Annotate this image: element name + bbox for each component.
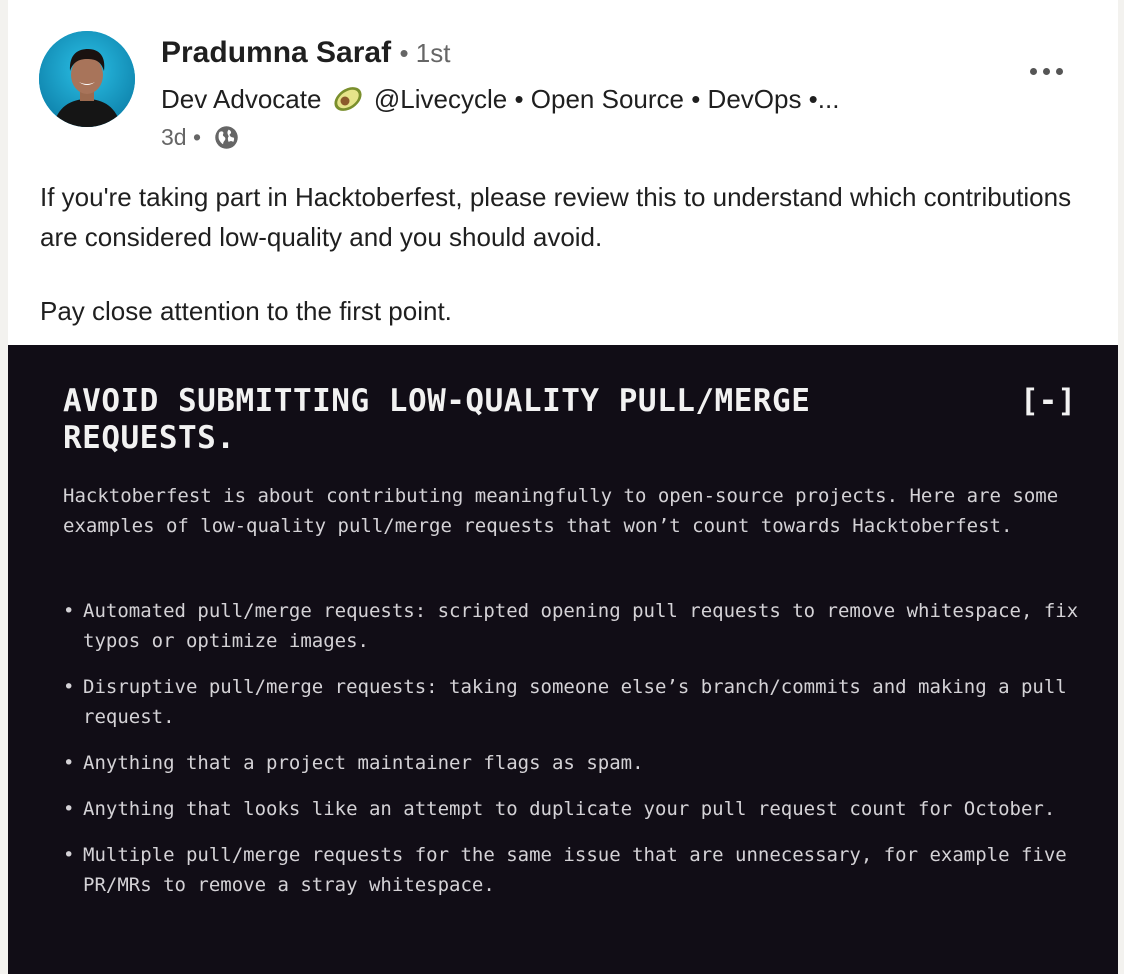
more-options-button[interactable] (1018, 56, 1074, 86)
post-card: Pradumna Saraf • 1st Dev Advocate @Livec… (8, 0, 1118, 974)
post-text-line-1: If you're taking part in Hacktoberfest, … (40, 182, 1072, 252)
list-item-text: Multiple pull/merge requests for the sam… (83, 844, 1067, 896)
list-item-text: Anything that looks like an attempt to d… (83, 798, 1056, 820)
author-avatar[interactable] (39, 31, 135, 127)
headline-post: @Livecycle • Open Source • DevOps •... (373, 84, 840, 114)
collapse-toggle: [-] (1020, 383, 1076, 419)
list-item-text: Anything that a project maintainer flags… (83, 752, 644, 774)
image-list: • Automated pull/merge requests: scripted… (63, 596, 1083, 916)
globe-icon (215, 126, 239, 149)
list-item: • Anything that a project maintainer flag… (63, 748, 1083, 778)
list-item: • Disruptive pull/merge requests: taking … (63, 672, 1083, 732)
image-title: AVOID SUBMITTING LOW-QUALITY PULL/MERGE … (63, 383, 811, 456)
author-name-text[interactable]: Pradumna Saraf (161, 36, 391, 69)
bullet: • (63, 752, 75, 774)
more-options-icon (1055, 67, 1063, 75)
bullet: • (63, 798, 75, 820)
headline-pre: Dev Advocate (161, 84, 322, 114)
post-time: 3d • (161, 124, 202, 150)
post-text-line-2: Pay close attention to the first point. (40, 296, 452, 326)
bullet: • (63, 676, 75, 698)
author-name[interactable]: Pradumna Saraf • 1st (161, 36, 450, 70)
post-body: If you're taking part in Hacktoberfest, … (40, 177, 1080, 331)
avocado-icon (334, 87, 362, 111)
connection-degree: • 1st (399, 38, 451, 68)
more-options-icon (1029, 67, 1037, 75)
list-item: • Multiple pull/merge requests for the sa… (63, 840, 1083, 900)
list-item: • Anything that looks like an attempt to … (63, 794, 1083, 824)
list-item-text: Disruptive pull/merge requests: taking s… (83, 676, 1067, 728)
post-image[interactable]: AVOID SUBMITTING LOW-QUALITY PULL/MERGE … (8, 345, 1118, 974)
image-intro: Hacktoberfest is about contributing mean… (63, 485, 1059, 537)
list-item-text: Automated pull/merge requests: scripted … (83, 600, 1079, 652)
more-options-icon (1042, 67, 1050, 75)
bullet: • (63, 600, 75, 622)
author-headline: Dev Advocate @Livecycle • Open Source • … (161, 84, 839, 115)
list-item: • Automated pull/merge requests: scripted… (63, 596, 1083, 656)
profile-photo (39, 31, 135, 127)
bullet: • (63, 844, 75, 866)
post-meta: 3d • (161, 124, 240, 151)
